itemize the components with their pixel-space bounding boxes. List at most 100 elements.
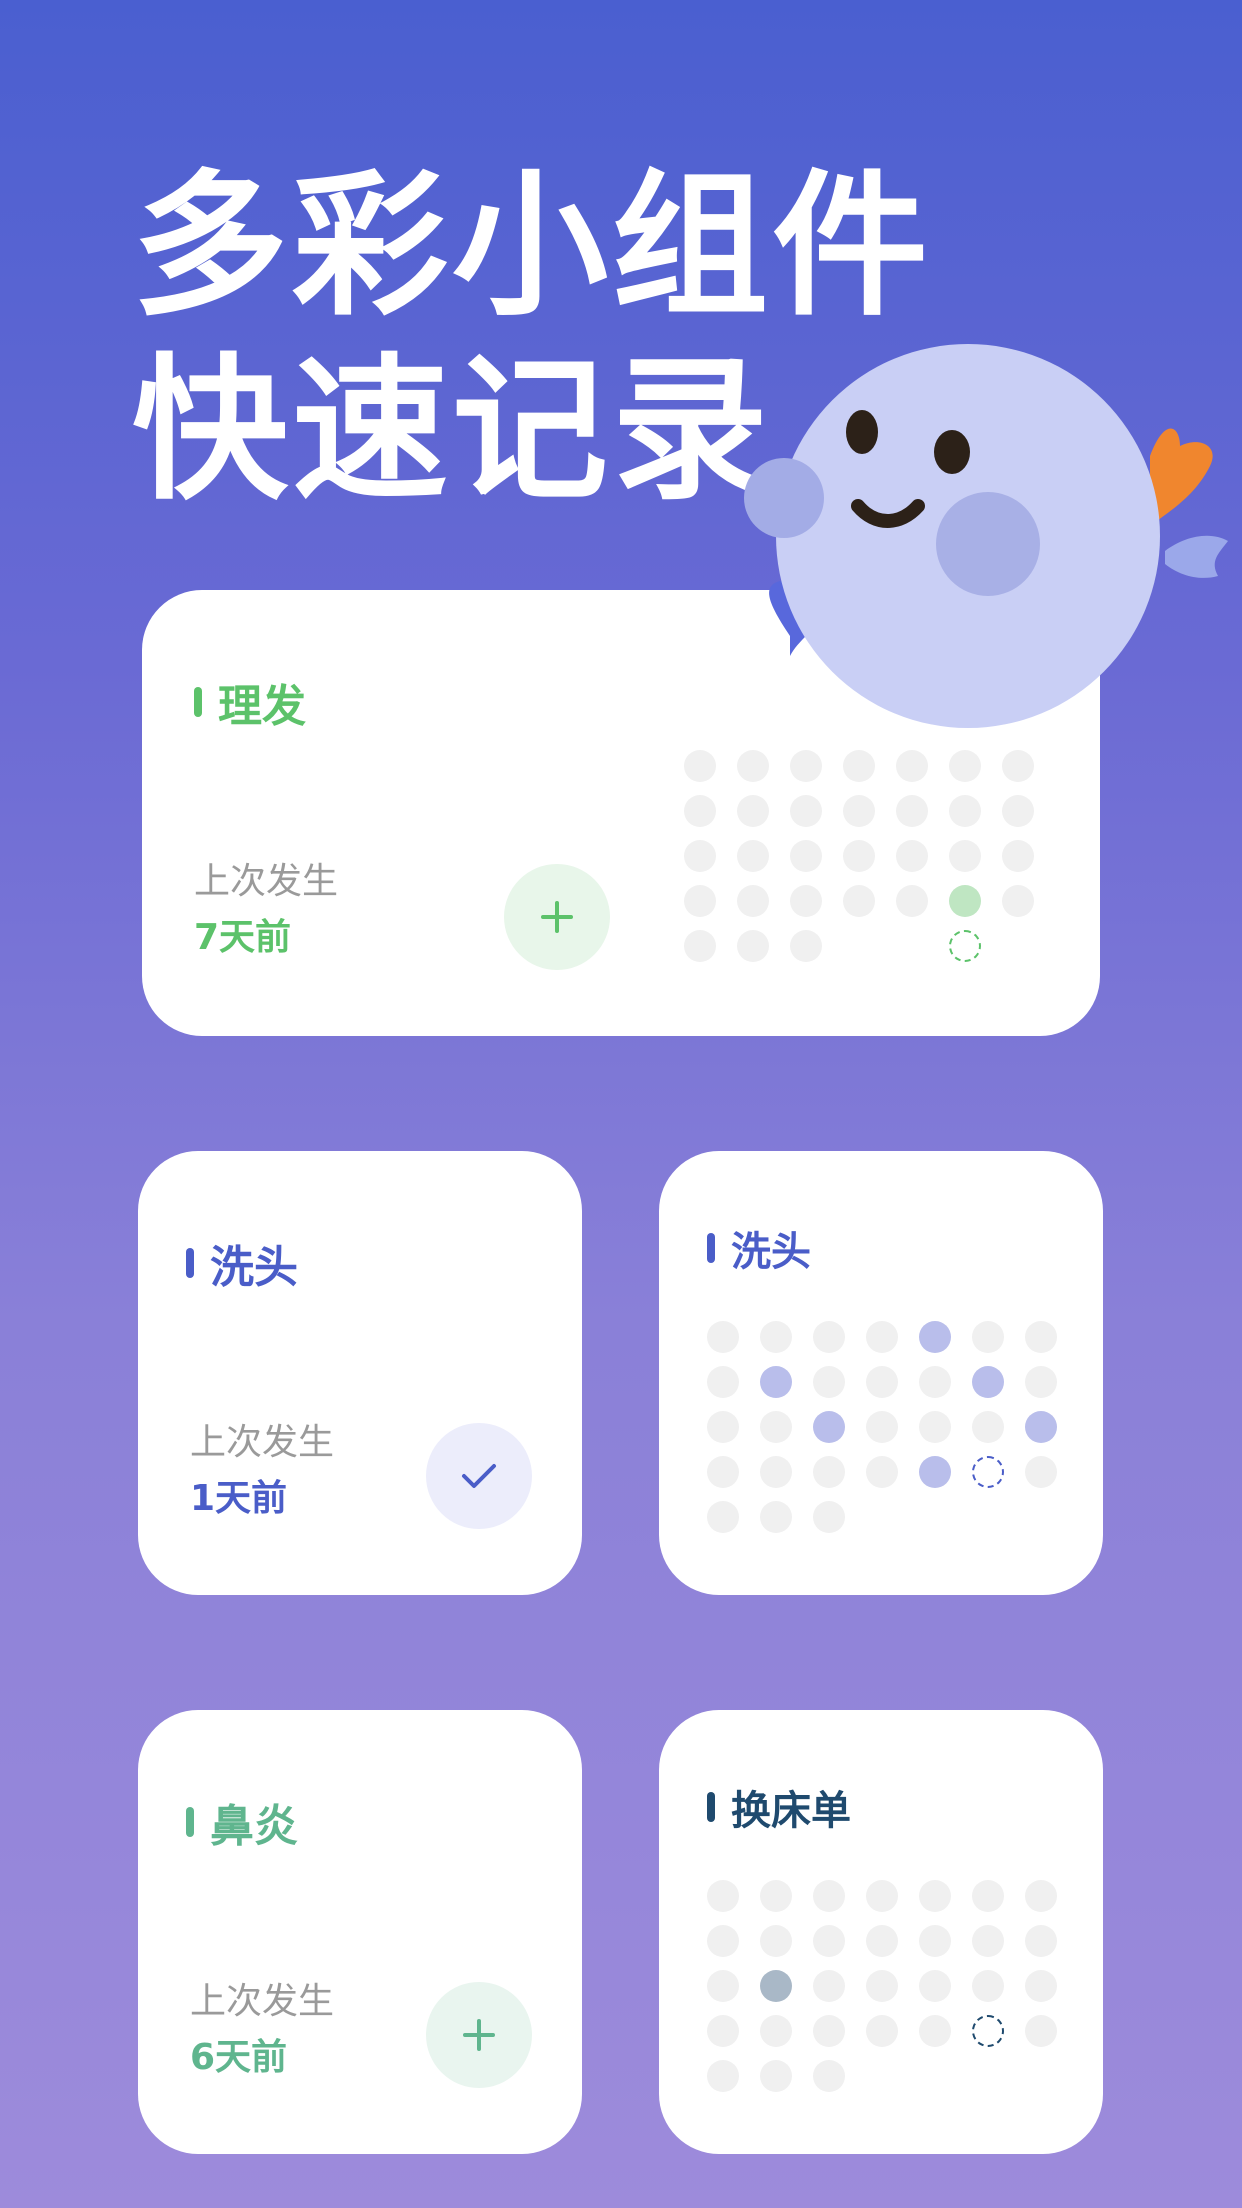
day-dot xyxy=(972,1321,1004,1353)
title-accent-bar xyxy=(186,1807,194,1837)
headline-line-1: 多彩小组件 xyxy=(132,155,932,337)
day-dot xyxy=(1002,885,1034,917)
add-record-button[interactable] xyxy=(426,1982,532,2088)
title-accent-bar xyxy=(707,1792,715,1822)
recorded-day-dot xyxy=(1025,1411,1057,1443)
headline-line-2: 快速记录 xyxy=(132,339,772,521)
day-dot xyxy=(813,1456,845,1488)
day-dot xyxy=(684,840,716,872)
day-dot xyxy=(684,930,716,962)
day-dot xyxy=(707,1411,739,1443)
recorded-day-dot xyxy=(813,1411,845,1443)
day-dot xyxy=(760,1880,792,1912)
check-icon xyxy=(462,1464,496,1488)
rhinitis-widget[interactable]: 鼻炎 上次发生 6天前 xyxy=(138,1710,582,2154)
day-dot xyxy=(737,930,769,962)
day-dot xyxy=(1002,795,1034,827)
day-dot xyxy=(707,1970,739,2002)
mascot-eye-right xyxy=(934,430,970,474)
day-dot xyxy=(813,1366,845,1398)
day-dot xyxy=(760,1925,792,1957)
day-dot xyxy=(866,1411,898,1443)
wash-calendar-widget[interactable]: 洗头 xyxy=(659,1151,1103,1595)
day-dot xyxy=(919,1970,951,2002)
day-dot xyxy=(866,1456,898,1488)
mascot-cheek xyxy=(936,492,1040,596)
widget-title: 换床单 xyxy=(707,1778,851,1836)
day-dot xyxy=(760,1456,792,1488)
day-dot xyxy=(896,795,928,827)
widget-title-text: 鼻炎 xyxy=(210,1801,298,1852)
day-dot xyxy=(896,840,928,872)
recorded-day-dot xyxy=(760,1366,792,1398)
last-occurred-value: 7天前 xyxy=(194,917,292,958)
add-record-button[interactable] xyxy=(504,864,610,970)
day-dot xyxy=(737,795,769,827)
day-dot xyxy=(813,1501,845,1533)
history-dot-grid xyxy=(707,1880,1057,2092)
day-dot xyxy=(843,750,875,782)
wash-widget[interactable]: 洗头 上次发生 1天前 xyxy=(138,1151,582,1595)
widget-title: 理发 xyxy=(194,670,306,734)
tail-fin-icon xyxy=(1165,535,1228,578)
day-dot xyxy=(972,1925,1004,1957)
plus-icon xyxy=(541,901,573,933)
history-dot-grid xyxy=(684,750,1034,962)
title-accent-bar xyxy=(194,687,202,717)
day-dot xyxy=(1002,840,1034,872)
day-dot xyxy=(866,2015,898,2047)
day-dot xyxy=(1025,1366,1057,1398)
day-dot xyxy=(813,1925,845,1957)
day-dot xyxy=(972,1880,1004,1912)
mascot-illustration xyxy=(744,344,1228,728)
day-dot xyxy=(813,2060,845,2092)
day-dot xyxy=(707,1456,739,1488)
day-dot xyxy=(972,1411,1004,1443)
recorded-day-dot xyxy=(919,1456,951,1488)
day-dot xyxy=(1002,750,1034,782)
widget-title-text: 洗头 xyxy=(731,1229,811,1275)
done-button[interactable] xyxy=(426,1423,532,1529)
last-occurred-value: 1天前 xyxy=(190,1478,288,1519)
day-dot xyxy=(1025,1456,1057,1488)
day-dot xyxy=(949,840,981,872)
today-dot xyxy=(972,2015,1004,2047)
day-dot xyxy=(707,2060,739,2092)
widget-title: 鼻炎 xyxy=(186,1790,298,1854)
day-dot xyxy=(949,795,981,827)
day-dot xyxy=(737,750,769,782)
day-dot xyxy=(684,885,716,917)
day-dot xyxy=(972,1970,1004,2002)
last-occurred-label: 上次发生 xyxy=(190,1422,335,1463)
day-dot xyxy=(790,795,822,827)
day-dot xyxy=(1025,1321,1057,1353)
day-dot xyxy=(919,1880,951,1912)
day-dot xyxy=(866,1321,898,1353)
day-dot xyxy=(790,930,822,962)
day-dot xyxy=(707,1501,739,1533)
day-dot xyxy=(896,885,928,917)
widget-title-text: 理发 xyxy=(218,681,306,732)
day-dot xyxy=(866,1366,898,1398)
widget-title-text: 洗头 xyxy=(210,1242,298,1293)
day-dot xyxy=(866,1970,898,2002)
day-dot xyxy=(1025,1880,1057,1912)
day-dot xyxy=(813,1970,845,2002)
day-dot xyxy=(919,1411,951,1443)
day-dot xyxy=(1025,1970,1057,2002)
last-occurred-label: 上次发生 xyxy=(194,861,339,902)
widget-title: 洗头 xyxy=(186,1231,298,1295)
day-dot xyxy=(737,885,769,917)
day-dot xyxy=(843,885,875,917)
bedsheet-calendar-widget[interactable]: 换床单 xyxy=(659,1710,1103,2154)
title-accent-bar xyxy=(707,1233,715,1263)
day-dot xyxy=(813,2015,845,2047)
day-dot xyxy=(760,1411,792,1443)
day-dot xyxy=(813,1880,845,1912)
today-dot xyxy=(949,930,981,962)
plus-icon xyxy=(463,2019,495,2051)
day-dot xyxy=(684,795,716,827)
day-dot xyxy=(760,1501,792,1533)
day-dot xyxy=(1025,1925,1057,1957)
mascot-ear xyxy=(744,458,824,538)
